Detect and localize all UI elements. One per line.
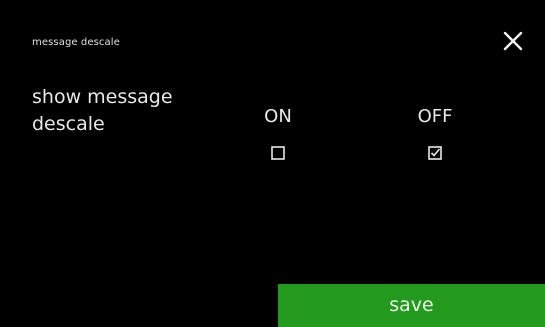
close-icon <box>502 30 528 52</box>
close-button[interactable] <box>502 30 528 56</box>
option-on-label: ON <box>264 106 292 127</box>
option-off-label: OFF <box>417 106 453 127</box>
page-title: message descale <box>32 37 120 48</box>
screen <box>10 8 545 327</box>
on-checkbox[interactable] <box>271 146 285 160</box>
option-off: OFF <box>405 106 465 160</box>
setting-label: show message descale <box>32 86 173 135</box>
off-checkbox[interactable] <box>428 146 442 160</box>
save-button[interactable]: save <box>278 284 545 327</box>
option-on: ON <box>248 106 308 160</box>
